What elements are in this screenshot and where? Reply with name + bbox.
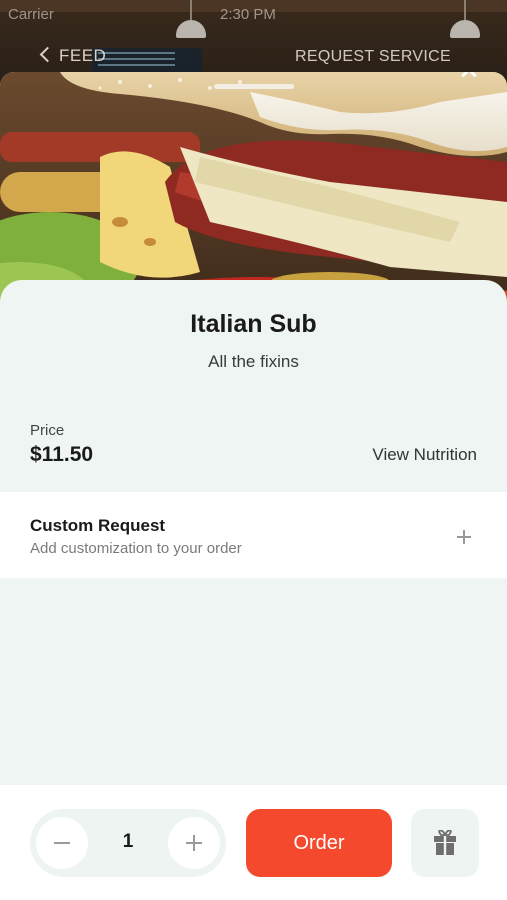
back-label: FEED (59, 46, 107, 65)
request-service-link[interactable]: REQUEST SERVICE (295, 48, 451, 66)
quantity-stepper: 1 (30, 809, 226, 877)
custom-request-title: Custom Request (30, 516, 166, 535)
chevron-left-icon (39, 46, 56, 63)
quantity-value: 1 (122, 831, 134, 852)
custom-request-row[interactable]: Custom Request Add customization to your… (0, 492, 507, 578)
plus-icon-v (193, 835, 195, 851)
back-to-feed-link[interactable]: FEED (39, 46, 107, 66)
order-button[interactable]: Order (246, 809, 392, 877)
minus-icon (54, 842, 70, 844)
status-bar: Carrier 2:30 PM (0, 4, 507, 26)
decrease-quantity-button[interactable] (36, 817, 88, 869)
increase-quantity-button[interactable] (168, 817, 220, 869)
gift-button[interactable] (411, 809, 479, 877)
order-footer: 1 Order (0, 785, 507, 900)
item-photo (0, 72, 507, 312)
carrier-label: Carrier (8, 6, 54, 23)
sheet-grabber[interactable] (214, 84, 294, 89)
custom-request-subtitle: Add customization to your order (30, 540, 242, 557)
status-time: 2:30 PM (220, 6, 276, 23)
plus-icon[interactable] (457, 530, 471, 544)
sandwich-image (0, 72, 507, 312)
background-nav: FEED REQUEST SERVICE (0, 44, 507, 72)
gift-icon (434, 830, 456, 855)
view-nutrition-link[interactable]: View Nutrition (372, 445, 477, 465)
close-icon[interactable] (454, 72, 484, 84)
item-info: Italian Sub All the fixins Price $11.50 … (0, 280, 507, 492)
price-value: $11.50 (30, 443, 94, 466)
price-label: Price (30, 422, 65, 439)
item-detail-sheet: Italian Sub All the fixins Price $11.50 … (0, 72, 507, 900)
item-title: Italian Sub (190, 310, 317, 338)
item-subtitle: All the fixins (208, 352, 299, 371)
